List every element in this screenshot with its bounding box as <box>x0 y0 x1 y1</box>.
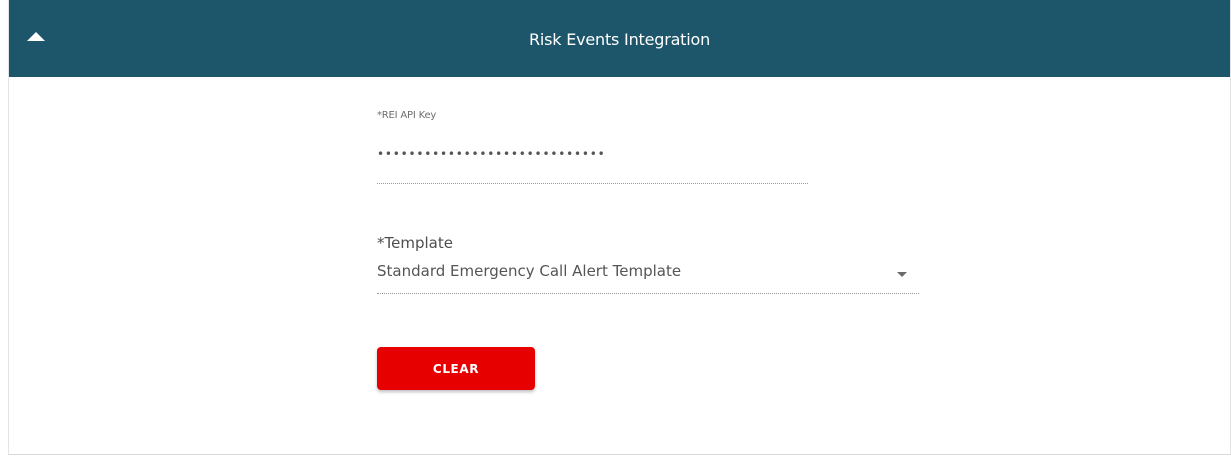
api-key-input[interactable]: ••••••••••••••••••••••••••••• <box>377 142 808 184</box>
clear-button[interactable]: CLEAR <box>377 347 535 390</box>
risk-events-integration-panel: Risk Events Integration *REI API Key •••… <box>8 0 1231 455</box>
api-key-label: *REI API Key <box>377 110 437 121</box>
caret-down-icon[interactable] <box>897 272 907 277</box>
template-select[interactable]: Standard Emergency Call Alert Template <box>377 258 919 294</box>
panel-header[interactable]: Risk Events Integration <box>9 0 1230 77</box>
template-label: *Template <box>377 234 453 252</box>
panel-title: Risk Events Integration <box>528 30 711 49</box>
template-selected-value: Standard Emergency Call Alert Template <box>377 262 682 280</box>
api-key-value: ••••••••••••••••••••••••••••• <box>377 147 606 161</box>
